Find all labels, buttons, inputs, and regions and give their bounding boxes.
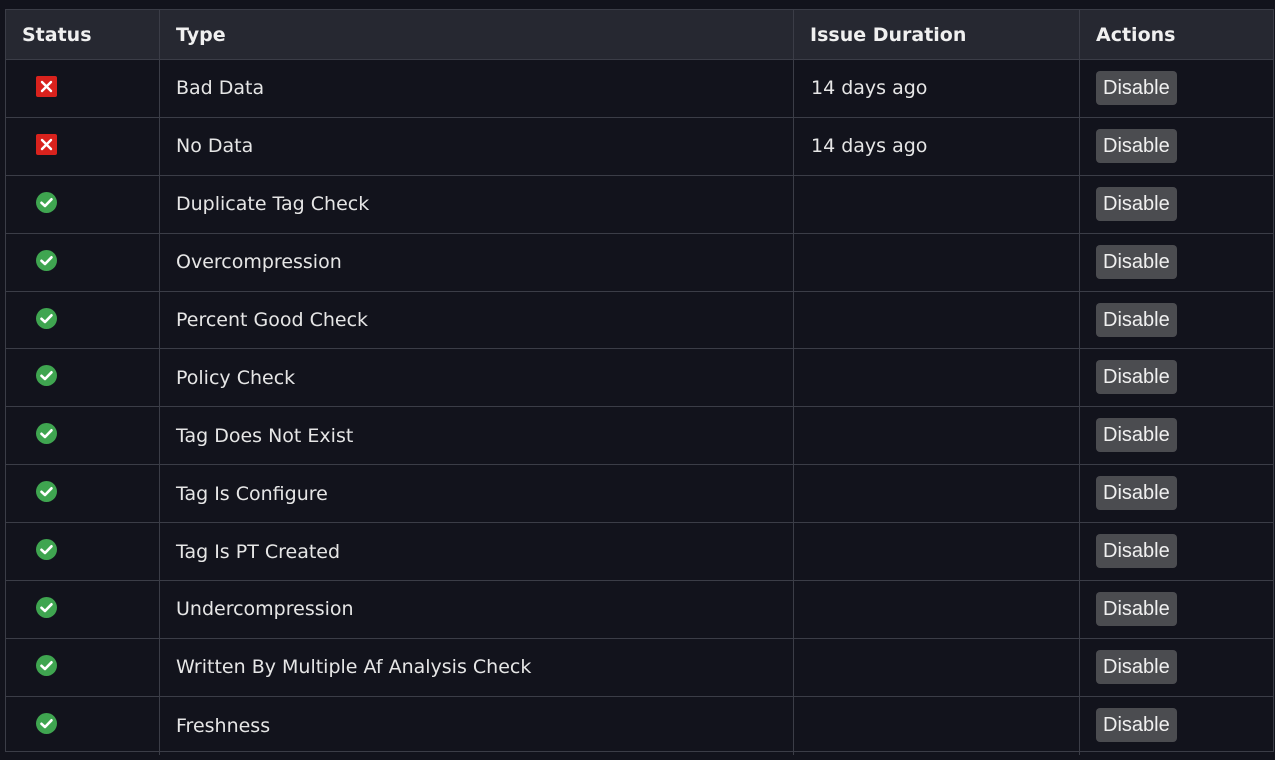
disable-button[interactable]: Disable	[1096, 128, 1177, 163]
disable-button[interactable]: Disable	[1096, 534, 1177, 569]
status-cell	[6, 117, 160, 175]
issue-duration-cell	[794, 233, 1080, 291]
issue-duration-cell	[794, 581, 1080, 638]
table-row: Percent Good Check Disable	[6, 291, 1273, 350]
header-status[interactable]: Status	[6, 10, 160, 59]
actions-cell: Disable	[1080, 407, 1273, 464]
check-circle-icon	[36, 249, 57, 271]
status-cell	[6, 175, 160, 233]
table-row: Tag Is Configure Disable	[6, 465, 1273, 524]
close-x-icon	[36, 75, 57, 97]
table-row: No Data 14 days ago Disable	[6, 117, 1273, 176]
close-x-icon	[36, 133, 57, 155]
disable-button[interactable]: Disable	[1096, 418, 1177, 453]
header-actions: Actions	[1096, 23, 1176, 46]
status-cell	[6, 407, 160, 465]
status-cell	[6, 465, 160, 523]
table-row: Tag Does Not Exist Disable	[6, 407, 1273, 466]
status-cell	[6, 349, 160, 407]
type-cell: Policy Check	[160, 349, 794, 407]
table-row: Policy Check Disable	[6, 349, 1273, 408]
table-row: Written By Multiple Af Analysis Check Dis…	[6, 638, 1273, 697]
actions-cell: Disable	[1080, 697, 1273, 755]
status-cell	[6, 581, 160, 638]
type-cell: No Data	[160, 117, 794, 175]
issue-duration-cell: 14 days ago	[794, 117, 1080, 175]
actions-cell: Disable	[1080, 118, 1273, 175]
type-cell: Tag Is Configure	[160, 465, 794, 523]
type-cell: Overcompression	[160, 233, 794, 291]
disable-button[interactable]: Disable	[1096, 476, 1177, 511]
actions-cell: Disable	[1080, 60, 1273, 117]
issue-duration-cell	[794, 465, 1080, 523]
check-circle-icon	[36, 307, 57, 329]
type-cell: Freshness	[160, 696, 794, 755]
check-circle-icon	[36, 365, 57, 387]
actions-cell: Disable	[1080, 349, 1273, 406]
actions-cell: Disable	[1080, 581, 1273, 638]
header-type[interactable]: Type	[160, 10, 794, 59]
type-cell: Tag Is PT Created	[160, 523, 794, 581]
disable-button[interactable]: Disable	[1096, 360, 1177, 395]
actions-cell: Disable	[1080, 465, 1273, 522]
issue-duration-cell	[794, 291, 1080, 349]
issue-duration-cell	[794, 175, 1080, 233]
checks-table: Status Type Issue Duration Actions Bad D…	[5, 9, 1274, 755]
actions-cell: Disable	[1080, 639, 1273, 696]
type-cell: Bad Data	[160, 60, 794, 117]
status-cell	[6, 696, 160, 755]
table-row: Overcompression Disable	[6, 233, 1273, 292]
issue-duration-cell	[794, 638, 1080, 696]
issue-duration-cell	[794, 407, 1080, 465]
status-cell	[6, 60, 160, 117]
actions-cell: Disable	[1080, 523, 1273, 580]
type-cell: Duplicate Tag Check	[160, 175, 794, 233]
disable-button[interactable]: Disable	[1096, 244, 1177, 279]
check-circle-icon	[36, 654, 57, 676]
disable-button[interactable]: Disable	[1096, 707, 1177, 742]
table-row: Duplicate Tag Check Disable	[6, 175, 1273, 234]
type-cell: Tag Does Not Exist	[160, 407, 794, 465]
disable-button[interactable]: Disable	[1096, 649, 1177, 684]
status-cell	[6, 523, 160, 581]
actions-cell: Disable	[1080, 292, 1273, 349]
table-row: Undercompression Disable	[6, 581, 1273, 639]
table-row: Tag Is PT Created Disable	[6, 523, 1273, 582]
table-row: Bad Data 14 days ago Disable	[6, 60, 1273, 118]
check-circle-icon	[36, 191, 57, 213]
type-cell: Undercompression	[160, 581, 794, 638]
status-cell	[6, 638, 160, 696]
issue-duration-cell	[794, 696, 1080, 755]
check-circle-icon	[36, 481, 57, 503]
issue-duration-cell	[794, 349, 1080, 407]
type-cell: Percent Good Check	[160, 291, 794, 349]
disable-button[interactable]: Disable	[1096, 71, 1177, 105]
actions-cell: Disable	[1080, 234, 1273, 291]
check-circle-icon	[36, 539, 57, 561]
issue-duration-cell	[794, 523, 1080, 581]
issue-duration-cell: 14 days ago	[794, 60, 1080, 117]
table-row: Freshness Disable	[6, 696, 1273, 755]
status-cell	[6, 233, 160, 291]
disable-button[interactable]: Disable	[1096, 592, 1177, 627]
header-issue-duration[interactable]: Issue Duration	[794, 10, 1080, 59]
check-circle-icon	[36, 596, 57, 618]
actions-cell: Disable	[1080, 176, 1273, 233]
disable-button[interactable]: Disable	[1096, 302, 1177, 337]
check-circle-icon	[36, 423, 57, 445]
type-cell: Written By Multiple Af Analysis Check	[160, 638, 794, 696]
check-circle-icon	[36, 713, 57, 735]
disable-button[interactable]: Disable	[1096, 186, 1177, 221]
status-cell	[6, 291, 160, 349]
table-header: Status Type Issue Duration Actions	[6, 10, 1273, 60]
